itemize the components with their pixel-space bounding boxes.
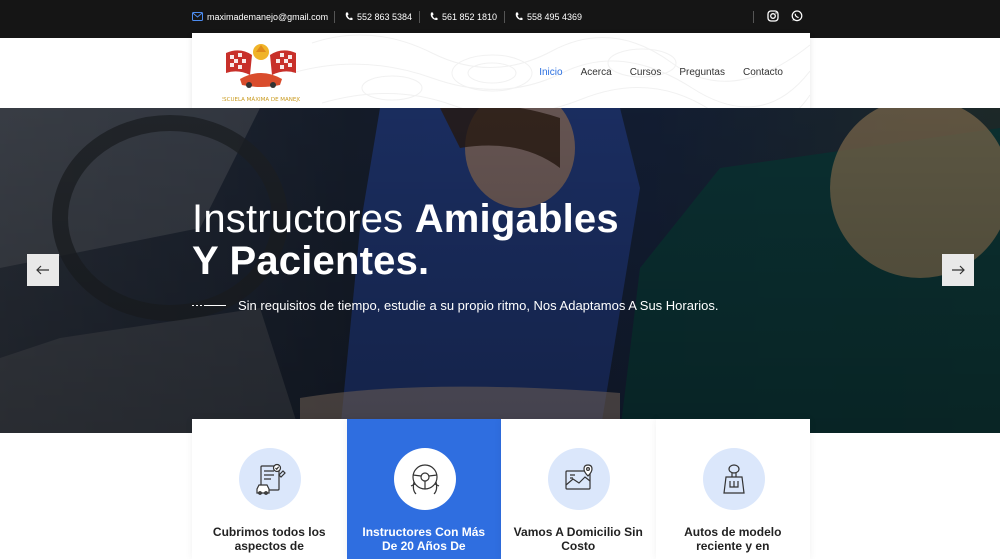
email-text: maximademanejo@gmail.com	[207, 11, 329, 22]
feature-card-recent-cars-title: Autos de modelo reciente y en	[684, 525, 782, 553]
slider-prev-button[interactable]	[27, 254, 59, 286]
arrow-right-icon	[952, 265, 965, 275]
social-links	[767, 0, 803, 32]
feature-card-home-service[interactable]: Vamos A Domicilio Sin Costo	[501, 419, 656, 559]
feature-card-aspects[interactable]: Cubrimos todos los aspectos de	[192, 419, 347, 559]
nav-item-cursos[interactable]: Cursos	[630, 67, 662, 78]
feature-card-instructors-title: Instructores Con Más De 20 Años De	[362, 525, 486, 553]
phone-2[interactable]: 561 852 1810	[430, 0, 497, 33]
phone-icon	[430, 12, 438, 21]
hero-subtitle: Sin requisitos de tiempo, estudie a su p…	[192, 298, 719, 313]
hero-title-line-2: Y Pacientes.	[192, 239, 430, 283]
hero-subtitle-text: Sin requisitos de tiempo, estudie a su p…	[238, 298, 719, 313]
phone-icon	[345, 12, 353, 21]
nav-item-contacto[interactable]: Contacto	[743, 67, 783, 78]
instagram-icon[interactable]	[767, 10, 779, 22]
arrow-left-icon	[36, 265, 49, 275]
school-logo[interactable]: ESCUELA MÁXIMA DE MANEJO	[220, 39, 303, 105]
phone-1[interactable]: 552 863 5384	[345, 0, 412, 33]
hero-title-bold: Amigables	[414, 197, 619, 241]
nav-item-preguntas[interactable]: Preguntas	[679, 67, 725, 78]
feature-card-aspects-title: Cubrimos todos los aspectos de	[212, 525, 326, 553]
hero-title-light: Instructores	[192, 197, 404, 241]
svg-text:ESCUELA MÁXIMA DE MANEJO: ESCUELA MÁXIMA DE MANEJO	[222, 96, 300, 103]
phone-1-text: 552 863 5384	[357, 11, 413, 22]
feature-card-instructors[interactable]: Instructores Con Más De 20 Años De	[346, 419, 501, 559]
phone-2-text: 561 852 1810	[442, 11, 498, 22]
feature-card-recent-cars[interactable]: Autos de modelo reciente y en	[655, 419, 810, 559]
phone-3[interactable]: 558 495 4369	[515, 0, 582, 33]
nav-item-acerca[interactable]: Acerca	[581, 67, 612, 78]
map-location-icon	[548, 448, 610, 510]
slider-next-button[interactable]	[942, 254, 974, 286]
gear-shift-icon	[702, 448, 765, 510]
email-contact[interactable]: maximademanejo@gmail.com	[192, 0, 328, 33]
main-navigation: Inicio Acerca Cursos Preguntas Contacto	[539, 67, 783, 78]
feature-cards: Cubrimos todos los aspectos de Instructo…	[192, 419, 810, 559]
steering-wheel-icon	[393, 448, 456, 510]
subtitle-dash-decoration	[192, 304, 226, 307]
hero-slider: Instructores Amigables Y Pacientes. Sin …	[0, 108, 1000, 433]
envelope-icon	[192, 12, 203, 21]
whatsapp-icon[interactable]	[791, 10, 803, 22]
nav-item-inicio[interactable]: Inicio	[539, 67, 562, 78]
phone-icon	[515, 12, 523, 21]
checklist-car-icon	[239, 448, 301, 510]
site-header: ESCUELA MÁXIMA DE MANEJO Inicio Acerca C…	[192, 33, 810, 113]
phone-3-text: 558 495 4369	[527, 11, 583, 22]
feature-card-home-service-title: Vamos A Domicilio Sin Costo	[513, 525, 643, 553]
hero-title: Instructores Amigables Y Pacientes.	[192, 198, 619, 282]
